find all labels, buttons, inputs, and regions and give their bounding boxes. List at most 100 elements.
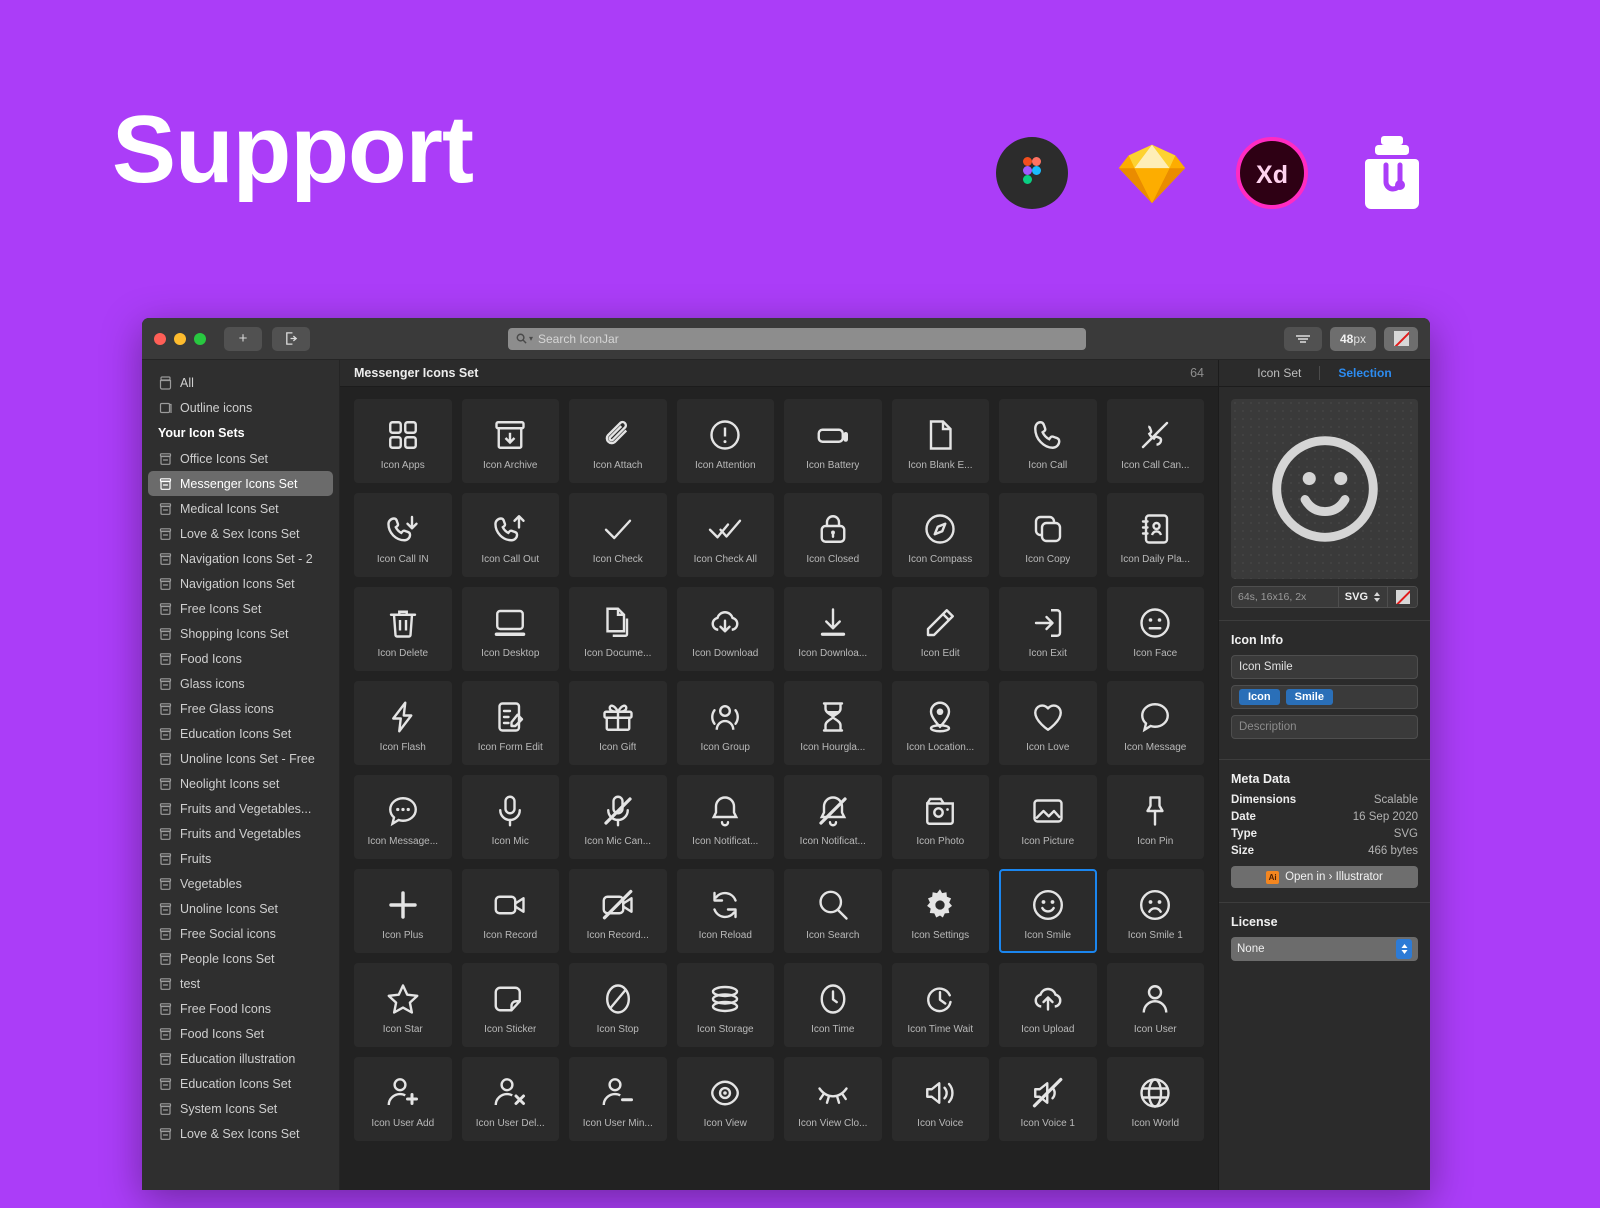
icon-cell[interactable]: Icon Blank E... — [891, 399, 989, 483]
icon-cell[interactable]: Icon Voice — [891, 1057, 989, 1141]
icon-cell[interactable]: Icon Smile 1 — [1106, 869, 1204, 953]
sidebar-item-shopping-icons-set[interactable]: Shopping Icons Set — [148, 621, 333, 646]
tab-selection[interactable]: Selection — [1320, 366, 1409, 380]
icon-cell[interactable]: Icon World — [1106, 1057, 1204, 1141]
icon-cell[interactable]: Icon Photo — [891, 775, 989, 859]
sidebar-item-free-food-icons[interactable]: Free Food Icons — [148, 996, 333, 1021]
add-button[interactable]: + — [224, 326, 262, 351]
icon-cell[interactable]: Icon Form Edit — [461, 681, 559, 765]
icon-cell[interactable]: Icon Desktop — [461, 587, 559, 671]
icon-cell[interactable]: Icon Call Out — [461, 493, 559, 577]
icon-cell[interactable]: Icon Docume... — [569, 587, 667, 671]
sidebar-item-test[interactable]: test — [148, 971, 333, 996]
icon-cell[interactable]: Icon Smile — [999, 869, 1097, 953]
sidebar-item-medical-icons-set[interactable]: Medical Icons Set — [148, 496, 333, 521]
sidebar-item-love-sex-icons-set[interactable]: Love & Sex Icons Set — [148, 521, 333, 546]
sidebar-item-education-icons-set[interactable]: Education Icons Set — [148, 721, 333, 746]
sidebar-item-people-icons-set[interactable]: People Icons Set — [148, 946, 333, 971]
icon-cell[interactable]: Icon Mic Can... — [569, 775, 667, 859]
zoom-window-button[interactable] — [194, 332, 206, 345]
icon-grid[interactable]: Icon Apps Icon Archive Icon Attach Icon Att… — [340, 387, 1218, 1190]
icon-cell[interactable]: Icon View — [676, 1057, 774, 1141]
icon-cell[interactable]: Icon Star — [354, 963, 452, 1047]
icon-cell[interactable]: Icon Stop — [569, 963, 667, 1047]
sidebar-item-glass-icons[interactable]: Glass icons — [148, 671, 333, 696]
sidebar-item-neolight-icons-set[interactable]: Neolight Icons set — [148, 771, 333, 796]
sidebar-item-system-icons-set[interactable]: System Icons Set — [148, 1096, 333, 1121]
icon-cell[interactable]: Icon Record... — [569, 869, 667, 953]
icon-cell[interactable]: Icon Flash — [354, 681, 452, 765]
sidebar-item-food-icons-set[interactable]: Food Icons Set — [148, 1021, 333, 1046]
icon-cell[interactable]: Icon Copy — [999, 493, 1097, 577]
sidebar-item-love-sex-icons-set[interactable]: Love & Sex Icons Set — [148, 1121, 333, 1146]
icon-cell[interactable]: Icon Check — [569, 493, 667, 577]
icon-cell[interactable]: Icon User Min... — [569, 1057, 667, 1141]
icon-cell[interactable]: Icon Notificat... — [784, 775, 882, 859]
sidebar-item-office-icons-set[interactable]: Office Icons Set — [148, 446, 333, 471]
icon-cell[interactable]: Icon Edit — [891, 587, 989, 671]
icon-cell[interactable]: Icon Downloa... — [784, 587, 882, 671]
sidebar-item-outline-icons[interactable]: Outline icons — [148, 395, 333, 420]
sidebar-item-navigation-icons-set-2[interactable]: Navigation Icons Set - 2 — [148, 546, 333, 571]
minimize-window-button[interactable] — [174, 332, 186, 345]
icon-tags-field[interactable]: Icon Smile — [1231, 685, 1418, 709]
sidebar-item-free-icons-set[interactable]: Free Icons Set — [148, 596, 333, 621]
icon-cell[interactable]: Icon Location... — [891, 681, 989, 765]
sidebar-item-unoline-icons-set[interactable]: Unoline Icons Set — [148, 896, 333, 921]
icon-cell[interactable]: Icon Upload — [999, 963, 1097, 1047]
icon-cell[interactable]: Icon Pin — [1106, 775, 1204, 859]
icon-cell[interactable]: Icon Message — [1106, 681, 1204, 765]
search-input[interactable] — [537, 331, 1078, 346]
icon-cell[interactable]: Icon Hourgla... — [784, 681, 882, 765]
icon-cell[interactable]: Icon Settings — [891, 869, 989, 953]
icon-cell[interactable]: Icon Time — [784, 963, 882, 1047]
export-button[interactable] — [272, 326, 310, 351]
icon-size-button[interactable]: 48 px — [1329, 326, 1376, 351]
sidebar-item-food-icons[interactable]: Food Icons — [148, 646, 333, 671]
icon-cell[interactable]: Icon Reload — [676, 869, 774, 953]
tag-chip[interactable]: Smile — [1285, 689, 1333, 705]
icon-name-field[interactable]: Icon Smile — [1231, 655, 1418, 679]
icon-cell[interactable]: Icon Battery — [784, 399, 882, 483]
preview-format-select[interactable]: SVG — [1337, 587, 1387, 607]
sidebar-item-education-illustration[interactable]: Education illustration — [148, 1046, 333, 1071]
license-select[interactable]: None — [1231, 937, 1418, 961]
icon-cell[interactable]: Icon Picture — [999, 775, 1097, 859]
icon-cell[interactable]: Icon Attention — [676, 399, 774, 483]
tab-icon-set[interactable]: Icon Set — [1239, 366, 1319, 380]
icon-cell[interactable]: Icon Attach — [569, 399, 667, 483]
icon-cell[interactable]: Icon Apps — [354, 399, 452, 483]
sidebar-item-messenger-icons-set[interactable]: Messenger Icons Set — [148, 471, 333, 496]
icon-cell[interactable]: Icon Exit — [999, 587, 1097, 671]
sidebar-item-all[interactable]: All — [148, 370, 333, 395]
tag-chip[interactable]: Icon — [1239, 689, 1280, 705]
stepper-arrows-icon[interactable] — [1396, 939, 1412, 959]
open-in-illustrator-button[interactable]: Ai Open in › Illustrator — [1231, 866, 1418, 888]
icon-cell[interactable]: Icon Love — [999, 681, 1097, 765]
sidebar-item-free-social-icons[interactable]: Free Social icons — [148, 921, 333, 946]
window-controls[interactable] — [154, 332, 206, 345]
icon-description-field[interactable]: Description — [1231, 715, 1418, 739]
sidebar-item-free-glass-icons[interactable]: Free Glass icons — [148, 696, 333, 721]
filter-button[interactable] — [1283, 326, 1322, 351]
preview-color-button[interactable] — [1387, 587, 1417, 607]
icon-cell[interactable]: Icon Call IN — [354, 493, 452, 577]
sidebar-icon-sets-list[interactable]: Office Icons Set Messenger Icons Set Medic… — [142, 446, 339, 1146]
icon-cell[interactable]: Icon Delete — [354, 587, 452, 671]
sidebar-item-education-icons-set[interactable]: Education Icons Set — [148, 1071, 333, 1096]
color-swatch-button[interactable] — [1384, 326, 1418, 351]
sidebar-item-unoline-icons-set-free[interactable]: Unoline Icons Set - Free — [148, 746, 333, 771]
icon-cell[interactable]: Icon Message... — [354, 775, 452, 859]
close-window-button[interactable] — [154, 332, 166, 345]
icon-cell[interactable]: Icon Call — [999, 399, 1097, 483]
icon-cell[interactable]: Icon Compass — [891, 493, 989, 577]
sidebar-item-navigation-icons-set[interactable]: Navigation Icons Set — [148, 571, 333, 596]
icon-cell[interactable]: Icon View Clo... — [784, 1057, 882, 1141]
icon-cell[interactable]: Icon Storage — [676, 963, 774, 1047]
icon-cell[interactable]: Icon Record — [461, 869, 559, 953]
icon-cell[interactable]: Icon Archive — [461, 399, 559, 483]
icon-cell[interactable]: Icon Gift — [569, 681, 667, 765]
icon-cell[interactable]: Icon Download — [676, 587, 774, 671]
sidebar[interactable]: All Outline icons Your Icon Sets Office … — [142, 360, 340, 1190]
icon-cell[interactable]: Icon Call Can... — [1106, 399, 1204, 483]
